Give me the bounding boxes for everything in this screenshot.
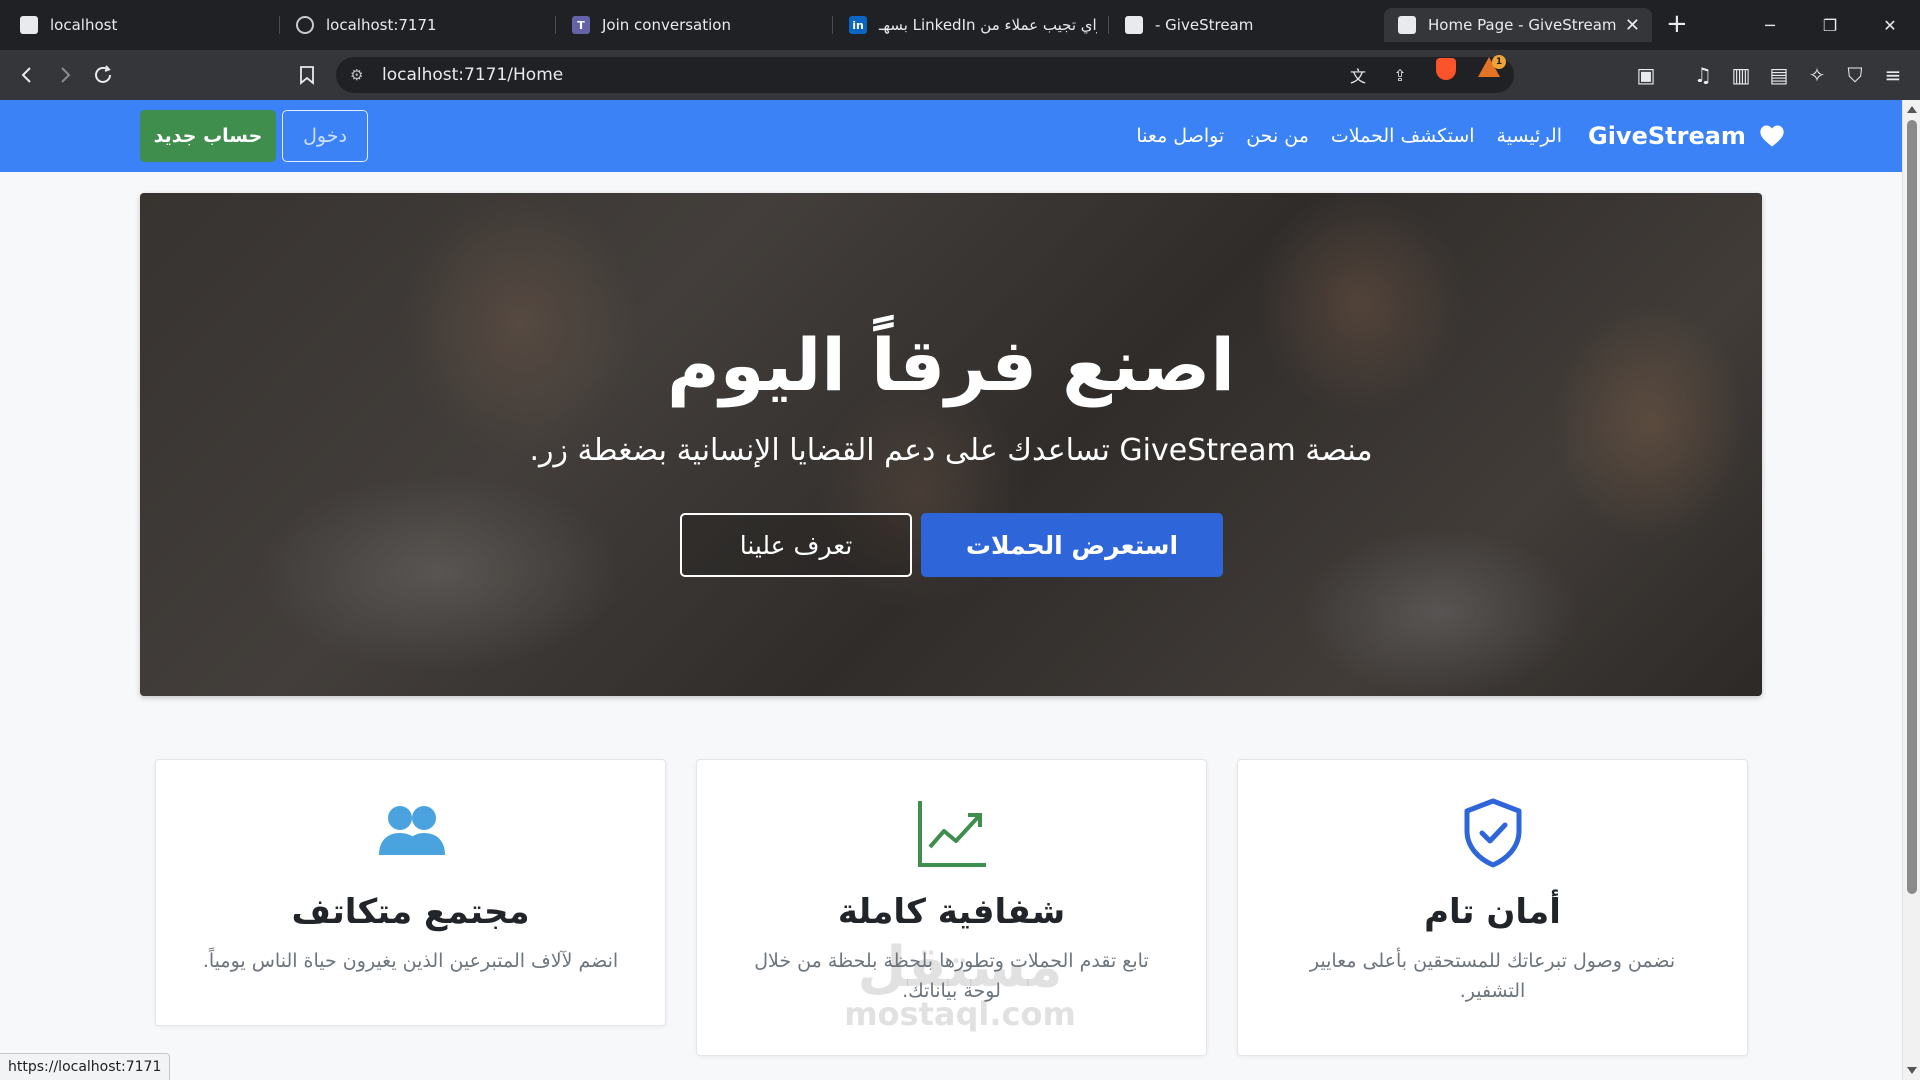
vpn-icon[interactable]: ⛉	[1842, 62, 1868, 88]
brave-shield-icon[interactable]	[1436, 58, 1456, 80]
nav-links: الرئيسية استكشف الحملات من نحن تواصل معن…	[1136, 100, 1562, 172]
close-tab-icon[interactable]: ✕	[1625, 15, 1640, 36]
users-icon	[378, 806, 445, 855]
teams-icon: T	[572, 16, 590, 34]
share-icon[interactable]: ⇪	[1388, 63, 1412, 87]
tab-title: localhost	[50, 16, 118, 34]
shield-check-icon	[1464, 798, 1521, 868]
browser-tab[interactable]: localhost:7171	[282, 8, 544, 42]
heart-icon	[1760, 125, 1784, 147]
nav-link-explore-campaigns[interactable]: استكشف الحملات	[1331, 125, 1475, 147]
tab-title: localhost:7171	[326, 16, 437, 34]
status-url: https://localhost:7171	[0, 1053, 171, 1080]
media-icon[interactable]: ♫	[1690, 62, 1716, 88]
nav-link-contact[interactable]: تواصل معنا	[1136, 125, 1224, 147]
page-icon	[1398, 16, 1416, 34]
nav-link-home[interactable]: الرئيسية	[1497, 125, 1562, 147]
hero-subtitle: منصة GiveStream تساعدك على دعم القضايا ا…	[529, 433, 1373, 468]
close-window-icon[interactable]: ✕	[1860, 0, 1920, 50]
browser-toolbar: ⚙ localhost:7171/Home 文 ⇪ 1 ▣ ♫ ▥ ▤ ✧ ⛉ …	[0, 50, 1920, 100]
feature-title: أمان تام	[1424, 892, 1561, 932]
page-icon	[20, 16, 38, 34]
signup-button[interactable]: حساب جديد	[140, 110, 276, 162]
translate-icon[interactable]: 文	[1346, 63, 1370, 87]
sidebar-icon[interactable]: ▥	[1728, 62, 1754, 88]
browser-tab-strip: localhost localhost:7171 T Join conversa…	[0, 0, 1920, 50]
brand-name: GiveStream	[1588, 122, 1746, 150]
wallet-icon[interactable]: ▤	[1766, 62, 1792, 88]
brave-rewards-icon[interactable]: 1	[1478, 55, 1506, 79]
browse-campaigns-button[interactable]: استعرض الحملات	[921, 513, 1223, 577]
tab-title: Home Page - GiveStream	[1428, 16, 1617, 34]
restore-icon[interactable]: ❐	[1800, 0, 1860, 50]
scroll-up-icon[interactable]	[1907, 106, 1917, 113]
scroll-down-icon[interactable]	[1907, 1067, 1917, 1074]
new-tab-button[interactable]: +	[1666, 10, 1688, 38]
hero-title: اصنع فرقاً اليوم	[666, 323, 1236, 407]
hero-banner: اصنع فرقاً اليوم منصة GiveStream تساعدك …	[140, 193, 1762, 696]
learn-about-us-button[interactable]: تعرف علينا	[680, 513, 912, 577]
feature-card-security: أمان تام نضمن وصول تبرعاتك للمستحقين بأع…	[1237, 759, 1748, 1056]
feature-text: نضمن وصول تبرعاتك للمستحقين بأعلى معايير…	[1309, 950, 1676, 1002]
tab-title: - GiveStream	[1155, 16, 1254, 34]
feature-card-community: مجتمع متكاتف انضم لآلاف المتبرعين الذين …	[155, 759, 666, 1026]
page-viewport: GiveStream الرئيسية استكشف الحملات من نح…	[0, 100, 1902, 1080]
login-button[interactable]: دخول	[282, 110, 368, 162]
minimize-icon[interactable]: ─	[1740, 0, 1800, 50]
mostaql-watermark: مستقل mostaql.com	[844, 935, 1076, 1033]
feature-title: مجتمع متكاتف	[291, 892, 530, 932]
site-settings-icon[interactable]: ⚙	[350, 66, 363, 84]
forward-icon[interactable]	[52, 62, 78, 88]
circle-icon	[296, 16, 314, 34]
browser-tab[interactable]: - GiveStream	[1111, 8, 1373, 42]
brand-logo[interactable]: GiveStream	[1588, 100, 1786, 172]
chart-line-icon	[917, 801, 986, 867]
linkedin-icon: in	[849, 16, 867, 34]
nav-link-about[interactable]: من نحن	[1246, 125, 1309, 147]
back-icon[interactable]	[14, 62, 40, 88]
tab-title: Join conversation	[602, 16, 731, 34]
feature-text: انضم لآلاف المتبرعين الذين يغيرون حياة ا…	[202, 950, 619, 972]
scrollbar-thumb[interactable]	[1907, 120, 1917, 894]
feature-title: شفافية كاملة	[837, 892, 1066, 932]
page-icon	[1125, 16, 1143, 34]
browser-tab[interactable]: T Join conversation	[558, 8, 820, 42]
url-text: localhost:7171/Home	[382, 65, 564, 85]
site-navbar: GiveStream الرئيسية استكشف الحملات من نح…	[0, 100, 1902, 172]
menu-icon[interactable]: ≡	[1880, 62, 1906, 88]
browser-tab-active[interactable]: Home Page - GiveStream ✕	[1384, 8, 1652, 42]
tab-title: اراي تجيب عملاء من LinkedIn بسهـ	[879, 16, 1097, 34]
reload-icon[interactable]	[90, 62, 116, 88]
screenshot-icon[interactable]: ▣	[1633, 62, 1659, 88]
browser-tab[interactable]: in اراي تجيب عملاء من LinkedIn بسهـ	[835, 8, 1097, 42]
address-bar[interactable]: ⚙ localhost:7171/Home 文 ⇪	[336, 57, 1514, 93]
leo-ai-icon[interactable]: ✧	[1804, 62, 1830, 88]
page-scrollbar[interactable]	[1902, 100, 1920, 1080]
bookmark-icon[interactable]	[294, 62, 320, 88]
browser-tab[interactable]: localhost	[6, 8, 268, 42]
